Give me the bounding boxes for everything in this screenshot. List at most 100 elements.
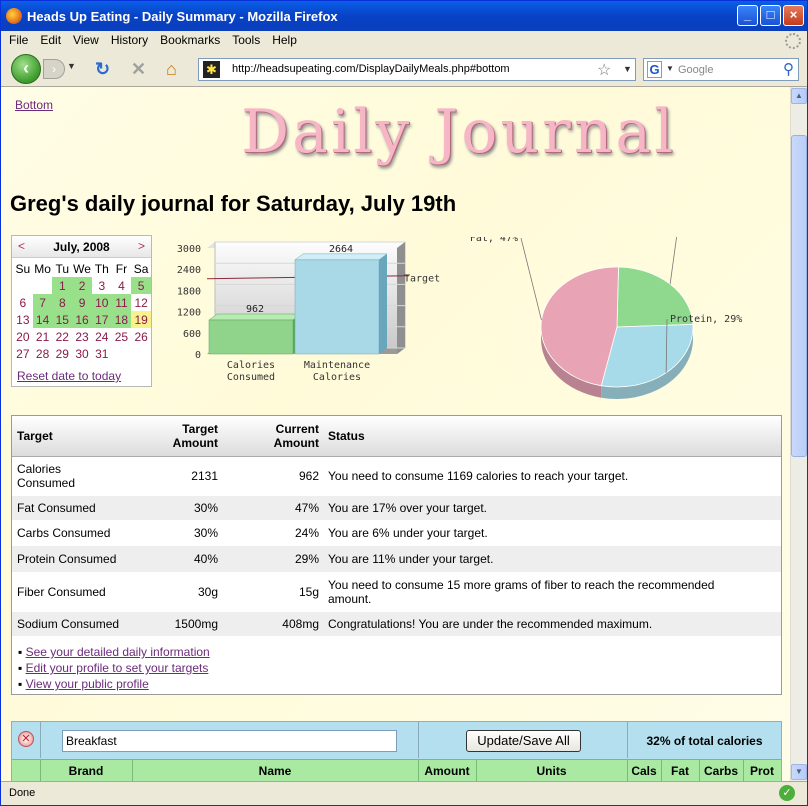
calendar-day[interactable]: 2 xyxy=(72,277,92,294)
calendar-day[interactable]: 21 xyxy=(33,328,53,345)
meal-columns-header: Brand Name Amount Units Cals Fat Carbs P… xyxy=(12,759,781,781)
calendar-day[interactable]: 10 xyxy=(91,294,112,311)
col-cals: Cals xyxy=(631,764,657,778)
calendar-day[interactable]: 9 xyxy=(72,294,92,311)
public-profile-link[interactable]: View your public profile xyxy=(26,677,149,691)
row-target-amount: 2131 xyxy=(191,469,218,484)
col-status: Status xyxy=(323,416,781,457)
menu-tools[interactable]: Tools xyxy=(226,31,266,47)
url-bar[interactable]: ✱ http://headsupeating.com/DisplayDailyM… xyxy=(198,58,636,81)
weekday-label: Tu xyxy=(55,261,70,276)
row-current-amount: 24% xyxy=(294,526,319,540)
row-target: Fiber Consumed xyxy=(17,585,106,599)
home-icon[interactable]: ⌂ xyxy=(166,59,177,79)
calendar-day[interactable]: 17 xyxy=(91,311,112,328)
pie-slice-label: Fat, 47% xyxy=(470,237,518,244)
row-target-amount: 30% xyxy=(142,496,222,520)
next-month-button[interactable]: > xyxy=(138,239,145,253)
bookmark-star-icon[interactable]: ☆ xyxy=(597,60,611,80)
menu-edit[interactable]: Edit xyxy=(34,31,67,47)
scroll-thumb[interactable] xyxy=(791,135,807,457)
edit-profile-link[interactable]: Edit your profile to set your targets xyxy=(26,661,209,675)
search-bar[interactable]: G ▼ Google ⚲ xyxy=(643,58,799,81)
menu-help[interactable]: Help xyxy=(266,31,303,47)
stop-icon[interactable]: ✕ xyxy=(131,59,146,79)
calendar-day[interactable]: 11 xyxy=(111,294,132,311)
x-tick-label: Consumed xyxy=(227,372,275,383)
calendar-day[interactable]: 18 xyxy=(111,311,132,328)
calendar-day[interactable]: 15 xyxy=(52,311,73,328)
chart-side-wall xyxy=(397,242,405,354)
calendar-day[interactable]: 19 xyxy=(131,311,151,328)
weekday-label: Mo xyxy=(34,261,51,276)
divider xyxy=(418,722,419,758)
x-tick-label: Calories xyxy=(227,360,275,371)
calendar-day[interactable]: 12 xyxy=(131,294,151,311)
menu-file[interactable]: File xyxy=(1,31,34,47)
forward-button[interactable]: › xyxy=(43,59,65,79)
menu-view[interactable]: View xyxy=(67,31,105,47)
col-current-amount: Current Amount xyxy=(222,416,323,457)
col-target-amount-label: Target Amount xyxy=(172,421,218,450)
back-button[interactable]: ‹ xyxy=(11,54,41,84)
table-row: Sodium Consumed 1500mg 408mg Congratulation… xyxy=(12,612,781,636)
calendar-day[interactable]: 1 xyxy=(52,277,73,294)
menu-history[interactable]: History xyxy=(105,31,154,47)
delete-meal-icon[interactable]: ✕ xyxy=(18,731,34,747)
url-dropdown-icon[interactable]: ▼ xyxy=(623,64,632,74)
calendar-empty-cell xyxy=(112,345,132,362)
calendar-day[interactable]: 5 xyxy=(131,277,151,294)
prev-month-button[interactable]: < xyxy=(18,239,25,253)
calendar-day[interactable]: 8 xyxy=(52,294,73,311)
y-tick-label: 2400 xyxy=(177,265,201,276)
target-label: Target xyxy=(404,274,440,285)
update-save-all-button[interactable]: Update/Save All xyxy=(466,730,581,752)
calendar-day[interactable]: 13 xyxy=(13,311,33,328)
status-bar: Done ✓ xyxy=(1,781,807,805)
scroll-down-icon[interactable]: ▼ xyxy=(791,764,807,780)
browser-window: Heads Up Eating - Daily Summary - Mozill… xyxy=(0,0,808,806)
calendar-day[interactable]: 27 xyxy=(13,345,33,362)
google-engine-icon[interactable]: G xyxy=(647,61,662,78)
detailed-info-link[interactable]: See your detailed daily information xyxy=(26,645,210,659)
row-target-amount: 1500mg xyxy=(142,612,222,636)
calendar-day[interactable]: 22 xyxy=(52,328,72,345)
maximize-button[interactable]: □ xyxy=(760,5,781,26)
weekday-label: Sa xyxy=(133,261,149,276)
minimize-button[interactable]: _ xyxy=(737,5,758,26)
bar-value-label: 962 xyxy=(246,304,264,315)
scroll-up-icon[interactable]: ▲ xyxy=(791,88,807,104)
calendar-day[interactable]: 6 xyxy=(13,294,33,311)
search-icon[interactable]: ⚲ xyxy=(783,60,794,78)
engine-dropdown-icon[interactable]: ▼ xyxy=(666,64,674,73)
reset-date-link[interactable]: Reset date to today xyxy=(17,369,121,383)
calendar-day[interactable]: 28 xyxy=(33,345,53,362)
calendar-day[interactable]: 24 xyxy=(92,328,112,345)
calendar-day[interactable]: 29 xyxy=(52,345,72,362)
row-status: You are 17% over your target. xyxy=(323,496,781,520)
pie-leader-line xyxy=(669,237,678,285)
calendar-day[interactable]: 31 xyxy=(92,345,112,362)
calendar-day[interactable]: 26 xyxy=(131,328,151,345)
calendar-day[interactable]: 3 xyxy=(92,277,112,294)
calendar-day[interactable]: 14 xyxy=(32,311,53,328)
meal-name-input[interactable]: Breakfast xyxy=(62,730,397,752)
col-current-amount-label: Current Amount xyxy=(273,421,319,450)
close-button[interactable]: × xyxy=(783,5,804,26)
calendar-day[interactable]: 20 xyxy=(13,328,33,345)
calendar-day[interactable]: 30 xyxy=(72,345,92,362)
menu-bookmarks[interactable]: Bookmarks xyxy=(154,31,226,47)
history-dropdown-icon[interactable]: ▼ xyxy=(67,61,76,71)
calendar-empty-cell xyxy=(131,345,151,362)
calendar-day[interactable]: 23 xyxy=(72,328,92,345)
daily-journal-logo: Daily Journal xyxy=(241,97,677,167)
weekday-label: Fr xyxy=(115,261,128,276)
calendar-day[interactable]: 25 xyxy=(112,328,132,345)
calendar-day[interactable]: 16 xyxy=(72,311,92,328)
vertical-scrollbar[interactable]: ▲ ▼ xyxy=(790,87,807,781)
calendar-day[interactable]: 7 xyxy=(32,294,53,311)
calendar-day[interactable]: 4 xyxy=(112,277,132,294)
macros-pie-chart: Carbs, 24%Protein, 29%Fat, 47% xyxy=(470,237,742,399)
bottom-link[interactable]: Bottom xyxy=(15,98,53,112)
reload-icon[interactable]: ↻ xyxy=(95,59,110,79)
